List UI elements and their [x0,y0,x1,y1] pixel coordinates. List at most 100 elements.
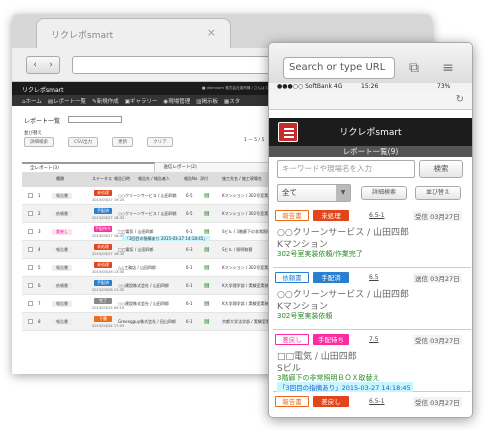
row-number: 7 [38,301,41,306]
nav-label: スタ [229,98,241,105]
column-header[interactable]: 添付 [200,176,208,182]
url-search-field[interactable]: Search or type URL [283,57,395,79]
back-icon[interactable]: ‹ [27,57,43,73]
report-date: 2015/03/27 18:30 [92,234,125,238]
filter-button[interactable]: 詳細検索 [24,137,54,147]
status-tag: 手配済 [313,272,349,283]
report-date: 2015/03/26 11:35 [92,288,125,292]
back-forward-buttons[interactable]: ‹ › [26,56,60,74]
report-date: 2015/03/27 19:20 [92,198,125,202]
mobile-address-bar[interactable]: ↻ [269,92,472,110]
nav-item[interactable]: ▥掲示板 [196,97,218,105]
nav-item[interactable]: ◉現場管理 [163,97,190,105]
nav-item[interactable]: ▦スタ [224,97,240,105]
reload-icon[interactable]: ↻ [456,94,464,105]
attachment-icon: ▤ [204,300,210,307]
card-date: 受信 03月27日 [413,335,462,345]
row-number: 1 [38,193,41,198]
app-title: リクレポsmart [339,128,402,138]
battery-level: 73% [437,83,451,90]
row-checkbox[interactable] [28,247,33,252]
filter-button[interactable]: CSV出力 [68,137,99,147]
detail-search-button[interactable]: 詳細検索 [361,186,407,200]
row-checkbox[interactable] [28,211,33,216]
browser-tab[interactable]: リクレポsmart × [36,18,231,48]
column-header[interactable]: 報告先 / 報告者人 [138,176,170,182]
forward-icon[interactable]: › [43,57,59,73]
row-checkbox[interactable] [28,229,33,234]
search-field[interactable] [68,116,122,123]
attachment-icon: ▤ [204,246,210,253]
card-number[interactable]: 7.5 [369,336,379,343]
report-card[interactable]: 報告書 未処理 6.5-1 受信 03月27日 ○○クリーンサービス / 山田四郎 Kマン… [273,208,471,268]
row-number: 4 [38,247,41,252]
status-badge: 手配済 [94,280,112,286]
category-badge: 依頼書 [52,283,72,289]
nav-item[interactable]: ▤レポート一覧 [48,97,86,105]
nav-label: 現場管理 [168,98,191,105]
tab-close-icon[interactable]: × [207,26,216,39]
report-date: 2015/03/26 13:40 [92,270,125,274]
card-number[interactable]: 6.5-1 [369,398,385,405]
nav-label: レポート一覧 [53,98,87,105]
row-checkbox[interactable] [28,193,33,198]
column-header[interactable]: ステータス [92,176,112,182]
status-badge: 手配済 [94,208,112,214]
nav-label: ギャラリー [129,98,158,105]
attachment-icon: ▤ [204,228,210,235]
reporter-name: ○○クリーンサービス / 山田四郎 [118,193,177,198]
nav-item[interactable]: ▣ギャラリー [125,97,158,105]
filter-button[interactable]: クリア [147,137,173,147]
row-checkbox[interactable] [28,283,33,288]
column-header[interactable]: 報告日時 [114,176,130,182]
site-name: Sビル / 照明取替 [222,247,253,252]
category-badge: 報告書 [52,193,72,199]
report-no: 6-1 [186,229,193,234]
card-warning-note: 「3回目の指摘あり」2015-03-27 14:18:45 [277,382,413,392]
report-card[interactable]: 差戻し 手配待ち 7.5 受信 03月27日 □□電気 / 山田四郎 Sビル 3階廊下の非常… [273,332,471,392]
report-tab[interactable]: 全レポート(3) [22,162,156,172]
page-title: レポート一覧 [24,118,61,125]
nav-label: 掲示板 [201,98,218,105]
report-card[interactable]: 依頼書 手配済 6.5 送信 03月27日 ○○クリーンサービス / 山田四郎 Kマンショ… [273,270,471,330]
attachment-icon: ▤ [204,192,210,199]
report-card[interactable]: 報告書 差戻し 6.5-1 受信 03月27日 [273,394,471,417]
row-checkbox[interactable] [28,301,33,306]
keyword-input[interactable]: キーワードや現場名を入力 [277,160,415,178]
report-no: 6-1 [186,283,193,288]
list-subheader: レポート一覧(9) [269,146,472,157]
status-bar: ●●●○○ SoftBank 4G 15:26 73% [269,83,472,92]
type-tag: 依頼書 [275,272,309,283]
filter-select[interactable]: 全て ▼ [277,184,351,202]
column-header[interactable]: 施工先名 / 施工現場名 [222,176,262,182]
report-date: 2015/03/25 09:10 [92,306,125,310]
clock: 15:26 [361,83,379,90]
nav-item[interactable]: ✎新規作成 [92,97,119,105]
row-number: 3 [38,229,41,234]
attachment-icon: ▤ [204,210,210,217]
report-date: 2015/03/24 17:05 [92,324,125,328]
filter-value: 全て [282,188,297,197]
sort-button[interactable]: 並び替え [415,186,461,200]
column-header[interactable]: 種類 [56,176,64,182]
mobile-app: リクレポsmart レポート一覧(9) キーワードや現場名を入力 検索 全て ▼… [269,110,472,417]
status-badge: 未処理 [94,244,112,250]
report-no: 6-5 [186,211,193,216]
search-button[interactable]: 検索 [419,160,463,178]
card-number[interactable]: 6.5-1 [369,212,385,219]
row-checkbox[interactable] [28,265,33,270]
reporter-name: □□電気 / 山田四郎 [118,247,154,252]
category-badge: 報告書 [52,301,72,307]
card-number[interactable]: 6.5 [369,274,379,281]
tabs-icon[interactable]: ⧉ [405,59,423,77]
filter-buttons: 詳細検索 CSV出力 更新 クリア [24,137,173,147]
row-number: 5 [38,265,41,270]
row-checkbox[interactable] [28,319,33,324]
status-badge: 未処理 [94,262,112,268]
mobile-browser: Search or type URL ⧉ ≡ ●●●○○ SoftBank 4G… [268,42,473,418]
nav-item[interactable]: ⌂ホーム [22,97,42,105]
menu-icon[interactable]: ≡ [439,59,457,77]
filter-button[interactable]: 更新 [112,137,134,147]
column-header[interactable]: 報告No [184,176,197,182]
sort-label: 並び替え [24,131,42,136]
